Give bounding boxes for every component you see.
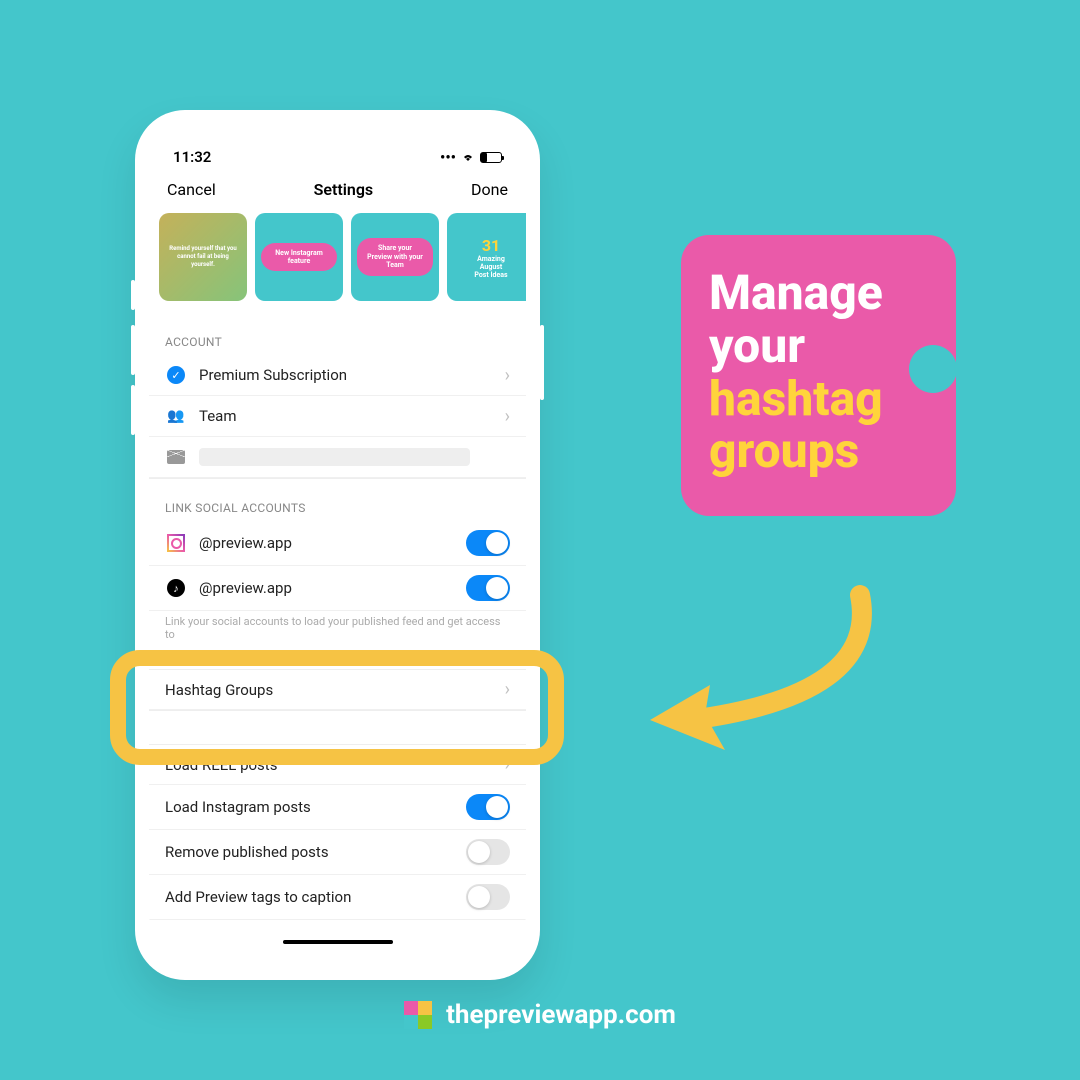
- row-label: @preview.app: [199, 579, 466, 597]
- row-remove-posts[interactable]: Remove published posts: [149, 830, 526, 875]
- row-label: Premium Subscription: [199, 366, 505, 384]
- status-time: 11:32: [173, 148, 211, 166]
- toggle-load-instagram[interactable]: [466, 794, 510, 820]
- home-indicator: [283, 940, 393, 944]
- phone-frame: 11:32 ••• Cancel Settings Done Remind yo…: [135, 110, 540, 980]
- thumbnail[interactable]: Remind yourself that you cannot fail at …: [159, 213, 247, 301]
- toggle-instagram[interactable]: [466, 530, 510, 556]
- row-label: Hashtag Groups: [165, 681, 505, 699]
- callout-text: Manage: [709, 267, 928, 320]
- row-label: @preview.app: [199, 534, 466, 552]
- status-icons: •••: [440, 148, 502, 166]
- row-label: Load REEL posts: [165, 756, 505, 774]
- cellular-icon: •••: [440, 148, 456, 166]
- toggle-remove-posts[interactable]: [466, 839, 510, 865]
- email-placeholder: [199, 448, 470, 466]
- row-hashtag-groups[interactable]: Hashtag Groups ›: [149, 669, 526, 710]
- toggle-add-tags[interactable]: [466, 884, 510, 910]
- battery-icon: [480, 152, 502, 163]
- thumbnail[interactable]: Share your Preview with your Team: [351, 213, 439, 301]
- tiktok-icon: ♪: [167, 579, 185, 597]
- thumbnail[interactable]: 31AmazingAugustPost Ideas: [447, 213, 526, 301]
- row-instagram[interactable]: @preview.app: [149, 521, 526, 566]
- footer-text: thepreviewapp.com: [446, 1000, 676, 1030]
- row-add-tags[interactable]: Add Preview tags to caption: [149, 875, 526, 920]
- callout-text: groups: [709, 425, 928, 478]
- chevron-right-icon: ›: [505, 406, 510, 427]
- help-text: Link your social accounts to load your p…: [149, 611, 526, 653]
- chevron-right-icon: ›: [505, 754, 510, 775]
- row-label: Remove published posts: [165, 843, 466, 861]
- row-load-instagram[interactable]: Load Instagram posts: [149, 785, 526, 830]
- done-button[interactable]: Done: [471, 180, 508, 199]
- callout-card: Manage your hashtag groups: [681, 235, 956, 516]
- section-header-account: ACCOUNT: [149, 313, 526, 355]
- instagram-icon: [167, 534, 185, 552]
- nav-bar: Cancel Settings Done: [149, 170, 526, 213]
- mail-icon: [167, 450, 185, 464]
- arrow-icon: [630, 585, 890, 760]
- logo-icon: [404, 1001, 432, 1029]
- section-header-social: LINK SOCIAL ACCOUNTS: [149, 478, 526, 521]
- chevron-right-icon: ›: [505, 679, 510, 700]
- toggle-tiktok[interactable]: [466, 575, 510, 601]
- phone-screen: 11:32 ••• Cancel Settings Done Remind yo…: [149, 140, 526, 950]
- row-premium[interactable]: ✓ Premium Subscription ›: [149, 355, 526, 396]
- chevron-right-icon: ›: [505, 365, 510, 386]
- row-label: Add Preview tags to caption: [165, 888, 466, 906]
- people-icon: 👥: [165, 405, 187, 427]
- row-tiktok[interactable]: ♪ @preview.app: [149, 566, 526, 611]
- wifi-icon: [460, 151, 476, 163]
- cancel-button[interactable]: Cancel: [167, 180, 216, 199]
- thumbnail-row[interactable]: Remind yourself that you cannot fail at …: [149, 213, 526, 313]
- row-label: Team: [199, 407, 505, 425]
- row-label: Load Instagram posts: [165, 798, 466, 816]
- status-bar: 11:32 •••: [149, 140, 526, 170]
- callout-text: hashtag: [709, 373, 928, 426]
- check-icon: ✓: [167, 366, 185, 384]
- page-title: Settings: [314, 180, 374, 199]
- row-reel[interactable]: Load REEL posts ›: [149, 744, 526, 785]
- thumbnail[interactable]: New Instagram feature: [255, 213, 343, 301]
- row-team[interactable]: 👥 Team ›: [149, 396, 526, 437]
- footer: thepreviewapp.com: [0, 1000, 1080, 1030]
- row-email[interactable]: [149, 437, 526, 478]
- callout-text: your: [709, 320, 928, 373]
